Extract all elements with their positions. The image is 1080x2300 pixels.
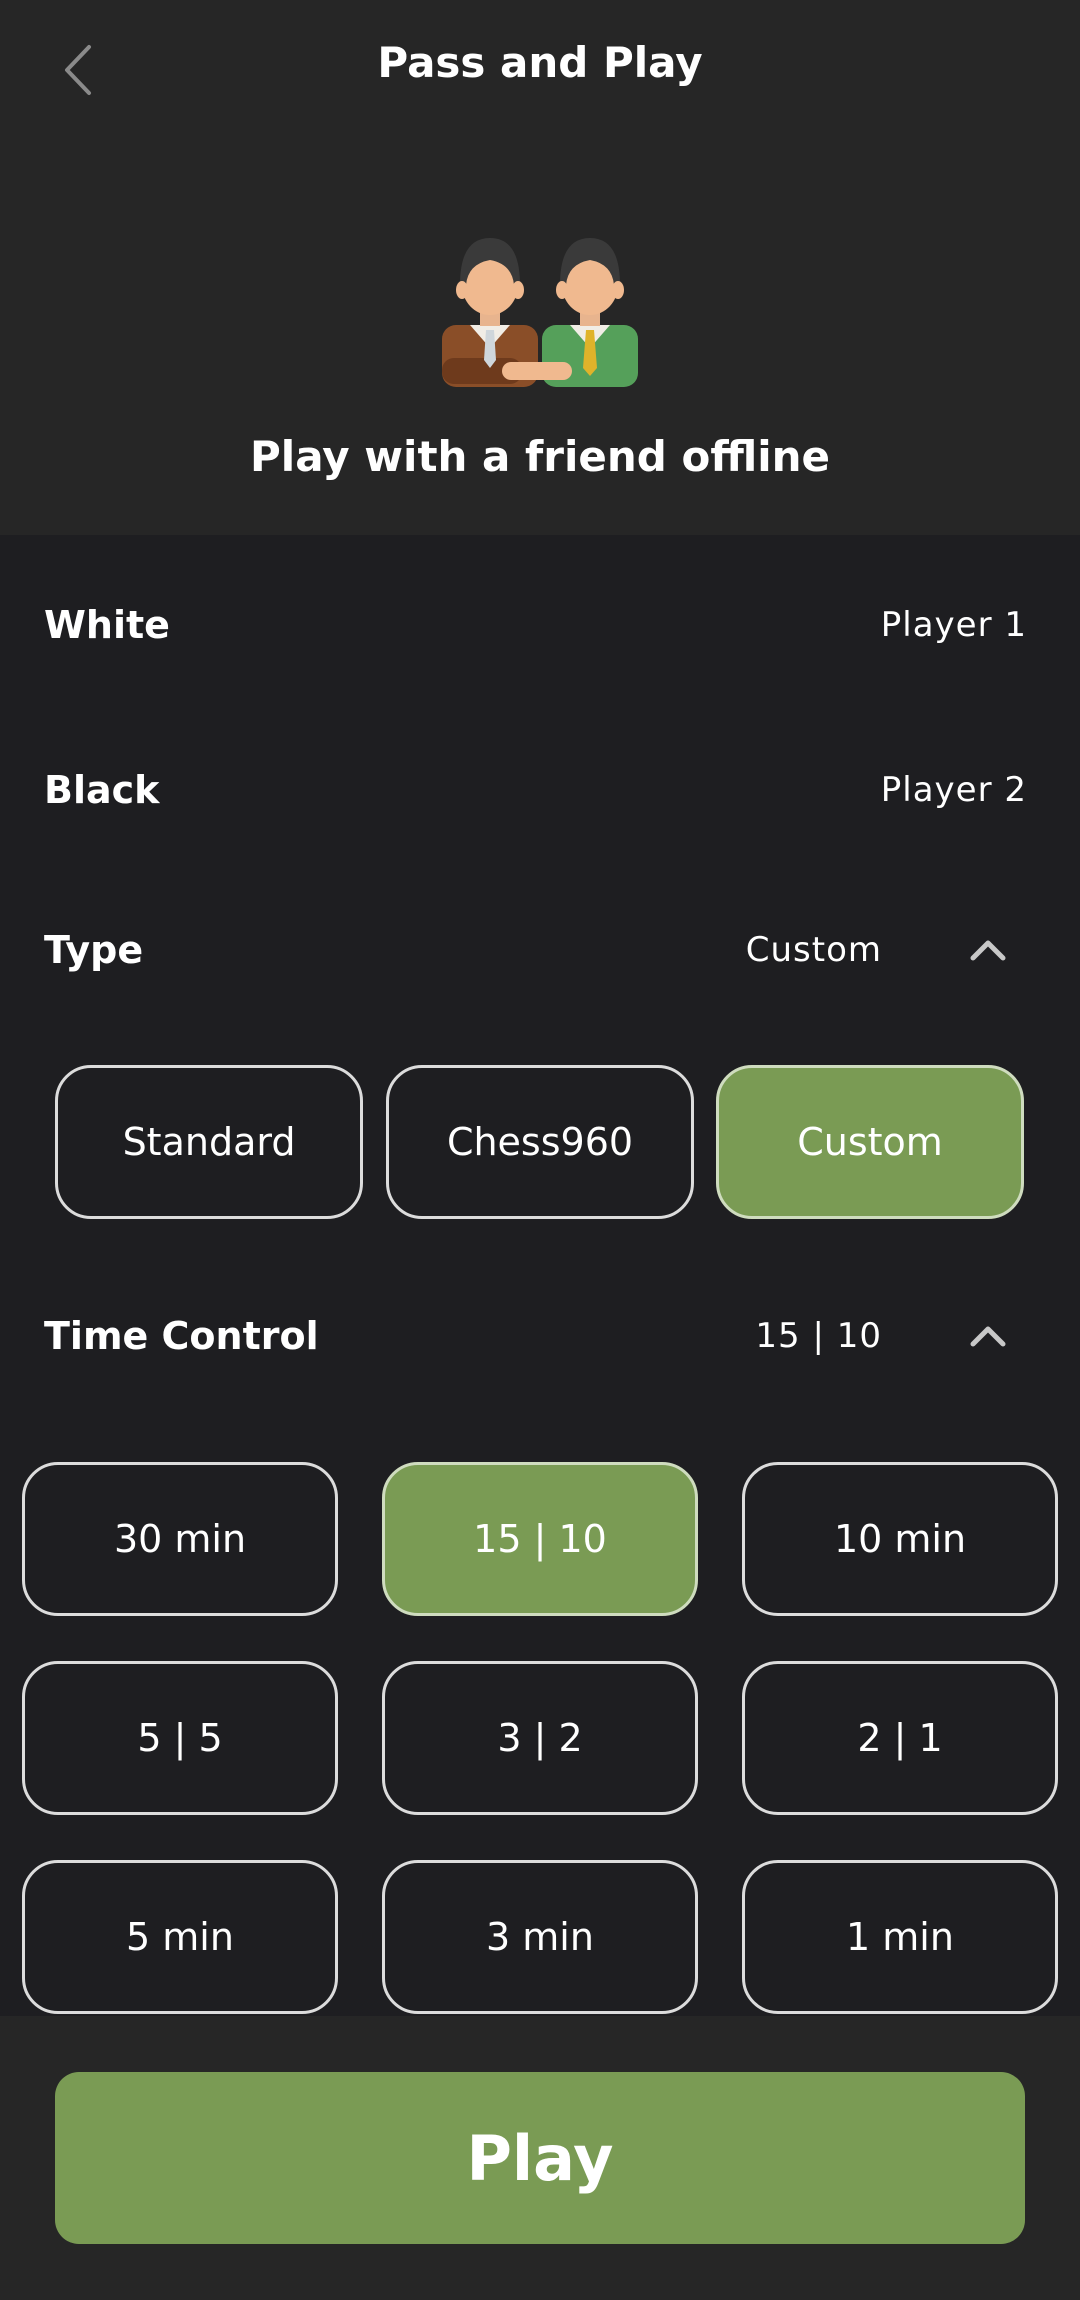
type-value: Custom [745,930,882,970]
type-option-chess960[interactable]: Chess960 [386,1065,694,1219]
time-option-3-2[interactable]: 3 | 2 [382,1661,698,1815]
time-option-1-min[interactable]: 1 min [742,1860,1058,2014]
type-option-custom[interactable]: Custom [716,1065,1024,1219]
time-option-2-1[interactable]: 2 | 1 [742,1661,1058,1815]
time-option-30-min[interactable]: 30 min [22,1462,338,1616]
page-title: Pass and Play [377,38,703,87]
white-label: White [44,603,170,647]
type-row[interactable]: Type Custom [0,910,1080,990]
time-option-5-min[interactable]: 5 min [22,1860,338,2014]
time-control-row[interactable]: Time Control 15 | 10 [0,1296,1080,1376]
time-control-collapse-button[interactable] [964,1312,1012,1360]
time-control-value: 15 | 10 [755,1316,882,1356]
white-player-name[interactable]: Player 1 [881,605,1027,645]
time-option-5-5[interactable]: 5 | 5 [22,1661,338,1815]
chevron-up-icon [970,1326,1006,1347]
time-control-label: Time Control [44,1314,319,1358]
play-button[interactable]: Play [55,2072,1025,2244]
time-option-10-min[interactable]: 10 min [742,1462,1058,1616]
type-option-standard[interactable]: Standard [55,1065,363,1219]
time-option-15-10[interactable]: 15 | 10 [382,1462,698,1616]
header: Pass and Play Play with a friend offline [0,0,1080,535]
footer: Play [0,2016,1080,2300]
black-label: Black [44,768,160,812]
type-collapse-button[interactable] [964,926,1012,974]
black-player-row[interactable]: Black Player 2 [0,750,1080,830]
black-player-name[interactable]: Player 2 [881,770,1027,810]
white-player-row[interactable]: White Player 1 [0,585,1080,665]
chevron-up-icon [970,940,1006,961]
subtitle: Play with a friend offline [250,432,830,481]
time-option-3-min[interactable]: 3 min [382,1860,698,2014]
two-players-icon [442,238,638,387]
type-label: Type [44,928,144,972]
